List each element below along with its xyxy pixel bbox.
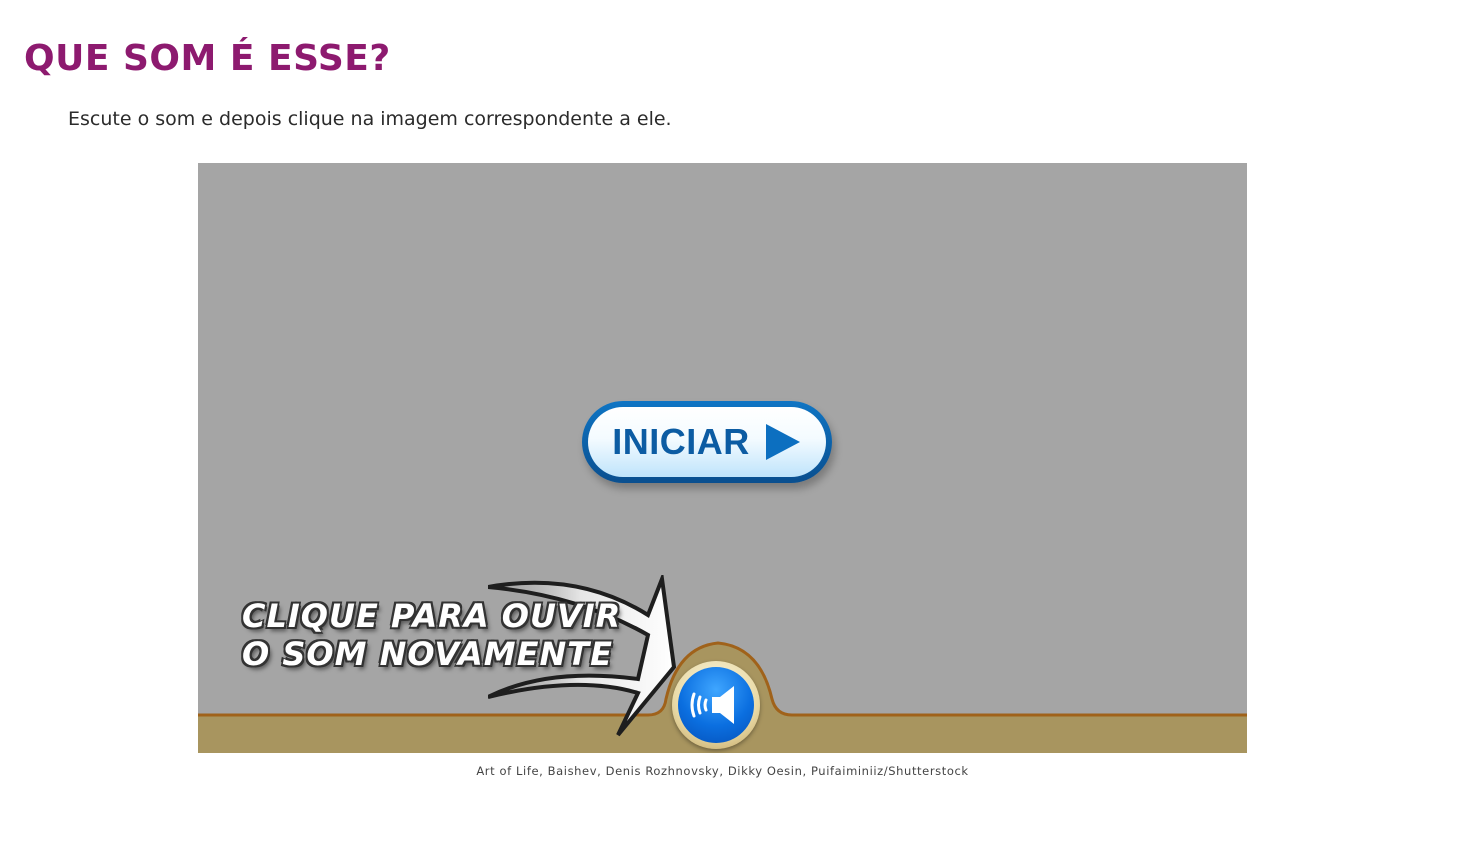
instruction-text: Escute o som e depois clique na imagem c… (68, 108, 672, 130)
replay-hint-line1: CLIQUE PARA OUVIR (242, 597, 622, 635)
start-button[interactable]: INICIAR (582, 401, 832, 483)
start-button-label: INICIAR (612, 421, 750, 462)
play-triangle-icon (765, 424, 800, 460)
start-button-face[interactable]: INICIAR (588, 407, 826, 477)
activity-stage: INICIAR CLIQUE PARA OUVIR O SOM NOVAMENT… (198, 163, 1247, 753)
replay-hint-line2: O SOM NOVAMENTE (242, 635, 613, 673)
speaker-icon (690, 686, 734, 724)
replay-hint: CLIQUE PARA OUVIR O SOM NOVAMENTE (242, 597, 622, 673)
replay-sound-button-face[interactable] (678, 667, 754, 743)
page-title: QUE SOM É ESSE? (24, 38, 391, 79)
replay-sound-button[interactable] (672, 661, 760, 749)
image-credits: Art of Life, Baishev, Denis Rozhnovsky, … (476, 764, 969, 778)
